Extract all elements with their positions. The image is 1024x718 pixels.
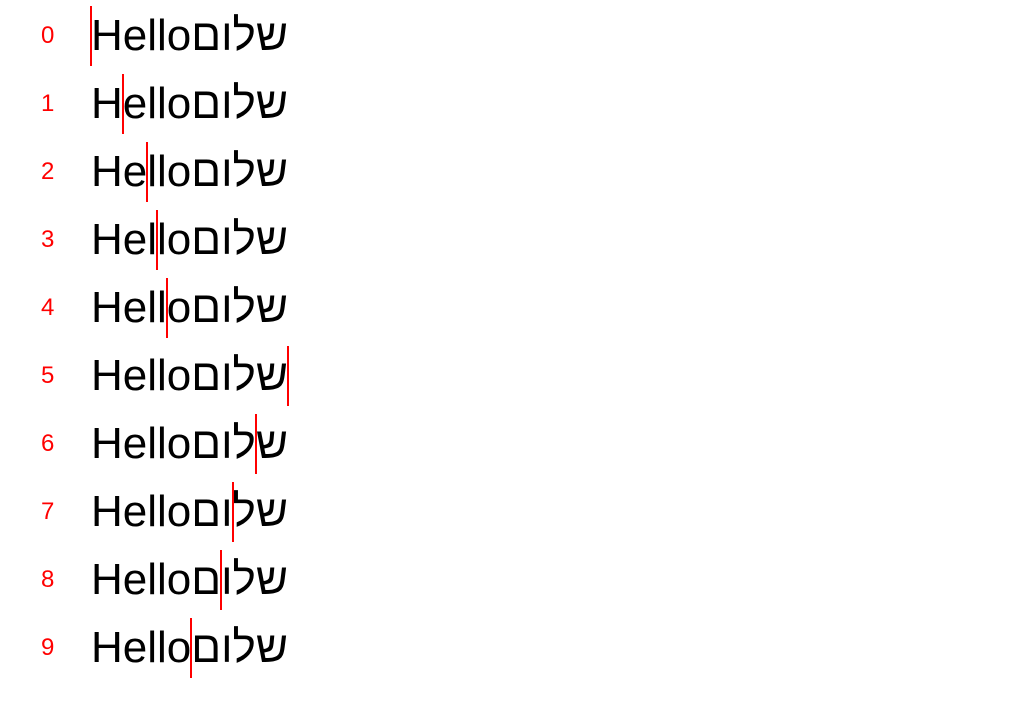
row: 3 Helloשלום	[0, 206, 1024, 274]
caret	[232, 482, 234, 542]
caret	[156, 210, 158, 270]
row: 6 Helloשלום	[0, 410, 1024, 478]
row: 8 Helloשלום	[0, 546, 1024, 614]
row-index: 5	[41, 362, 54, 390]
row: 2 Helloשלום	[0, 138, 1024, 206]
caret-positions-diagram: 0Helloשלום1Helloשלום2Helloשלום3Helloשלום…	[0, 0, 1024, 718]
mixed-text: Helloשלום	[91, 283, 288, 332]
ltr-segment: Hello	[91, 147, 191, 196]
text-wrap: Helloשלום	[91, 138, 288, 206]
ltr-segment: Hello	[91, 419, 191, 468]
rtl-segment: שלום	[191, 419, 288, 468]
row-index: 2	[41, 158, 54, 186]
rtl-segment: שלום	[191, 283, 288, 332]
row: 1 Helloשלום	[0, 70, 1024, 138]
ltr-segment: Hello	[91, 555, 191, 604]
mixed-text: Helloשלום	[91, 555, 288, 604]
text-wrap: Helloשלום	[91, 70, 288, 138]
rtl-segment: שלום	[191, 11, 288, 60]
mixed-text: Helloשלום	[91, 11, 288, 60]
row: 5 Helloשלום	[0, 342, 1024, 410]
mixed-text: Helloשלום	[91, 147, 288, 196]
row-index: 8	[41, 566, 54, 594]
mixed-text: Helloשלום	[91, 487, 288, 536]
caret	[255, 414, 257, 474]
row: 0 Helloשלום	[0, 2, 1024, 70]
ltr-segment: Hello	[91, 487, 191, 536]
mixed-text: Helloשלום	[91, 419, 288, 468]
text-wrap: Helloשלום	[91, 478, 288, 546]
ltr-segment: Hello	[91, 79, 191, 128]
row-index: 4	[41, 294, 54, 322]
caret	[122, 74, 124, 134]
rtl-segment: שלום	[191, 351, 288, 400]
caret	[166, 278, 168, 338]
caret	[190, 618, 192, 678]
ltr-segment: Hello	[91, 11, 191, 60]
mixed-text: Helloשלום	[91, 215, 288, 264]
rtl-segment: שלום	[191, 487, 288, 536]
rtl-segment: שלום	[191, 79, 288, 128]
row: 9 Helloשלום	[0, 614, 1024, 682]
ltr-segment: Hello	[91, 623, 191, 672]
text-wrap: Helloשלום	[91, 274, 288, 342]
caret	[220, 550, 222, 610]
row-index: 0	[41, 22, 54, 50]
row-index: 7	[41, 498, 54, 526]
row-index: 9	[41, 634, 54, 662]
mixed-text: Helloשלום	[91, 351, 288, 400]
row-index: 1	[41, 90, 54, 118]
text-wrap: Helloשלום	[91, 342, 288, 410]
rtl-segment: שלום	[191, 215, 288, 264]
row-index: 6	[41, 430, 54, 458]
text-wrap: Helloשלום	[91, 206, 288, 274]
ltr-segment: Hello	[91, 351, 191, 400]
caret	[146, 142, 148, 202]
row-index: 3	[41, 226, 54, 254]
rtl-segment: שלום	[191, 555, 288, 604]
text-wrap: Helloשלום	[91, 546, 288, 614]
rtl-segment: שלום	[191, 147, 288, 196]
rtl-segment: שלום	[191, 623, 288, 672]
text-wrap: Helloשלום	[91, 2, 288, 70]
row: 4 Helloשלום	[0, 274, 1024, 342]
mixed-text: Helloשלום	[91, 79, 288, 128]
text-wrap: Helloשלום	[91, 614, 288, 682]
ltr-segment: Hello	[91, 215, 191, 264]
caret	[90, 6, 92, 66]
ltr-segment: Hello	[91, 283, 191, 332]
row: 7 Helloשלום	[0, 478, 1024, 546]
caret	[287, 346, 289, 406]
text-wrap: Helloשלום	[91, 410, 288, 478]
